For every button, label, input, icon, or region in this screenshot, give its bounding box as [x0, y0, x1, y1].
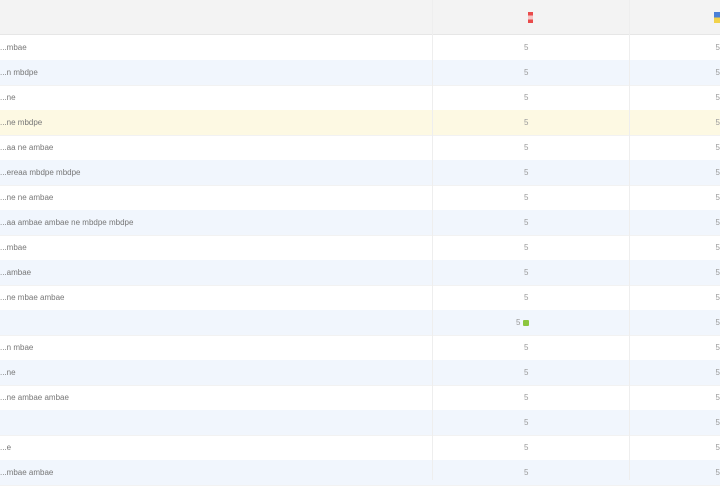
table-row[interactable]: 5 5: [0, 310, 720, 336]
row-label: ...ne: [0, 368, 16, 377]
row-value-a: 5: [524, 468, 529, 477]
row-value-b: 5: [715, 243, 720, 252]
table-row[interactable]: 5 5: [0, 410, 720, 436]
row-label: ...ambae: [0, 268, 32, 277]
table-row[interactable]: ...n mbae 5 5: [0, 335, 720, 361]
row-value-b: 5: [715, 168, 720, 177]
table-row[interactable]: ...n mbdpe 5 5: [0, 60, 720, 86]
row-value-a: 5: [524, 93, 529, 102]
row-label: ...aa ne ambae: [0, 143, 54, 152]
row-value-a: 5: [524, 418, 529, 427]
table-row[interactable]: ...ne mbae ambae 5 5: [0, 285, 720, 311]
row-value-a: 5: [516, 318, 540, 327]
table-row[interactable]: ...ne ambae ambae 5 5: [0, 385, 720, 411]
row-value-b: 5: [715, 193, 720, 202]
row-value-b: 5: [715, 318, 720, 327]
row-value-b: 5: [715, 343, 720, 352]
table-row[interactable]: ...ne mbdpe 5 5: [0, 110, 720, 136]
table-row[interactable]: ...ne 5 5: [0, 85, 720, 111]
row-label: ...mbae: [0, 243, 27, 252]
row-value-a: 5: [524, 293, 529, 302]
table-row[interactable]: ...mbae 5 5: [0, 35, 720, 61]
row-label: ...ne ambae ambae: [0, 393, 69, 402]
row-label: ...e: [0, 443, 12, 452]
row-label: ...n mbae: [0, 343, 34, 352]
row-value-a: 5: [524, 268, 529, 277]
row-value-a: 5: [524, 368, 529, 377]
table-row[interactable]: ...ne ne ambae 5 5: [0, 185, 720, 211]
row-value-a-text: 5: [516, 318, 521, 327]
row-label: ...ne ne ambae: [0, 193, 54, 202]
row-label: ...ne: [0, 93, 16, 102]
row-value-b: 5: [715, 218, 720, 227]
row-value-a: 5: [524, 218, 529, 227]
table-row[interactable]: ...mbae 5 5: [0, 235, 720, 261]
table-row[interactable]: ...aa ambae ambae ne mbdpe mbdpe 5 5: [0, 210, 720, 236]
row-value-b: 5: [715, 43, 720, 52]
row-value-b: 5: [715, 268, 720, 277]
row-label: ...ne mbdpe: [0, 118, 43, 127]
table-row[interactable]: ...ambae 5 5: [0, 260, 720, 286]
row-label: ...n mbdpe: [0, 68, 38, 77]
table-header: [0, 0, 720, 35]
table-row[interactable]: ...ne 5 5: [0, 360, 720, 386]
row-value-a: 5: [524, 243, 529, 252]
row-value-a: 5: [524, 168, 529, 177]
row-label: ...aa ambae ambae ne mbdpe mbdpe: [0, 218, 134, 227]
row-label: ...ne mbae ambae: [0, 293, 65, 302]
row-value-b: 5: [715, 418, 720, 427]
row-value-a: 5: [524, 193, 529, 202]
row-value-b: 5: [715, 118, 720, 127]
ukraine-flag-icon: [714, 12, 720, 23]
row-value-b: 5: [715, 468, 720, 477]
table-row[interactable]: ...mbae ambae 5 5: [0, 460, 720, 486]
row-label: ...mbae: [0, 43, 27, 52]
row-value-a: 5: [524, 143, 529, 152]
table-row[interactable]: ...e 5 5: [0, 435, 720, 461]
row-value-a: 5: [524, 43, 529, 52]
row-value-b: 5: [715, 293, 720, 302]
row-value-a: 5: [524, 443, 529, 452]
column-divider: [432, 0, 433, 480]
row-value-b: 5: [715, 393, 720, 402]
row-value-b: 5: [715, 143, 720, 152]
table-row[interactable]: ...ereaa mbdpe mbdpe 5 5: [0, 160, 720, 186]
row-value-a: 5: [524, 343, 529, 352]
row-value-b: 5: [715, 443, 720, 452]
red-flag-icon: [528, 12, 533, 23]
table-row[interactable]: ...aa ne ambae 5 5: [0, 135, 720, 161]
row-label: ...mbae ambae: [0, 468, 54, 477]
row-value-a: 5: [524, 118, 529, 127]
row-value-b: 5: [715, 368, 720, 377]
row-value-b: 5: [715, 68, 720, 77]
row-value-b: 5: [715, 93, 720, 102]
row-label: ...ereaa mbdpe mbdpe: [0, 168, 81, 177]
row-value-a: 5: [524, 68, 529, 77]
column-divider: [629, 0, 630, 480]
green-status-icon: [523, 319, 530, 326]
row-value-a: 5: [524, 393, 529, 402]
